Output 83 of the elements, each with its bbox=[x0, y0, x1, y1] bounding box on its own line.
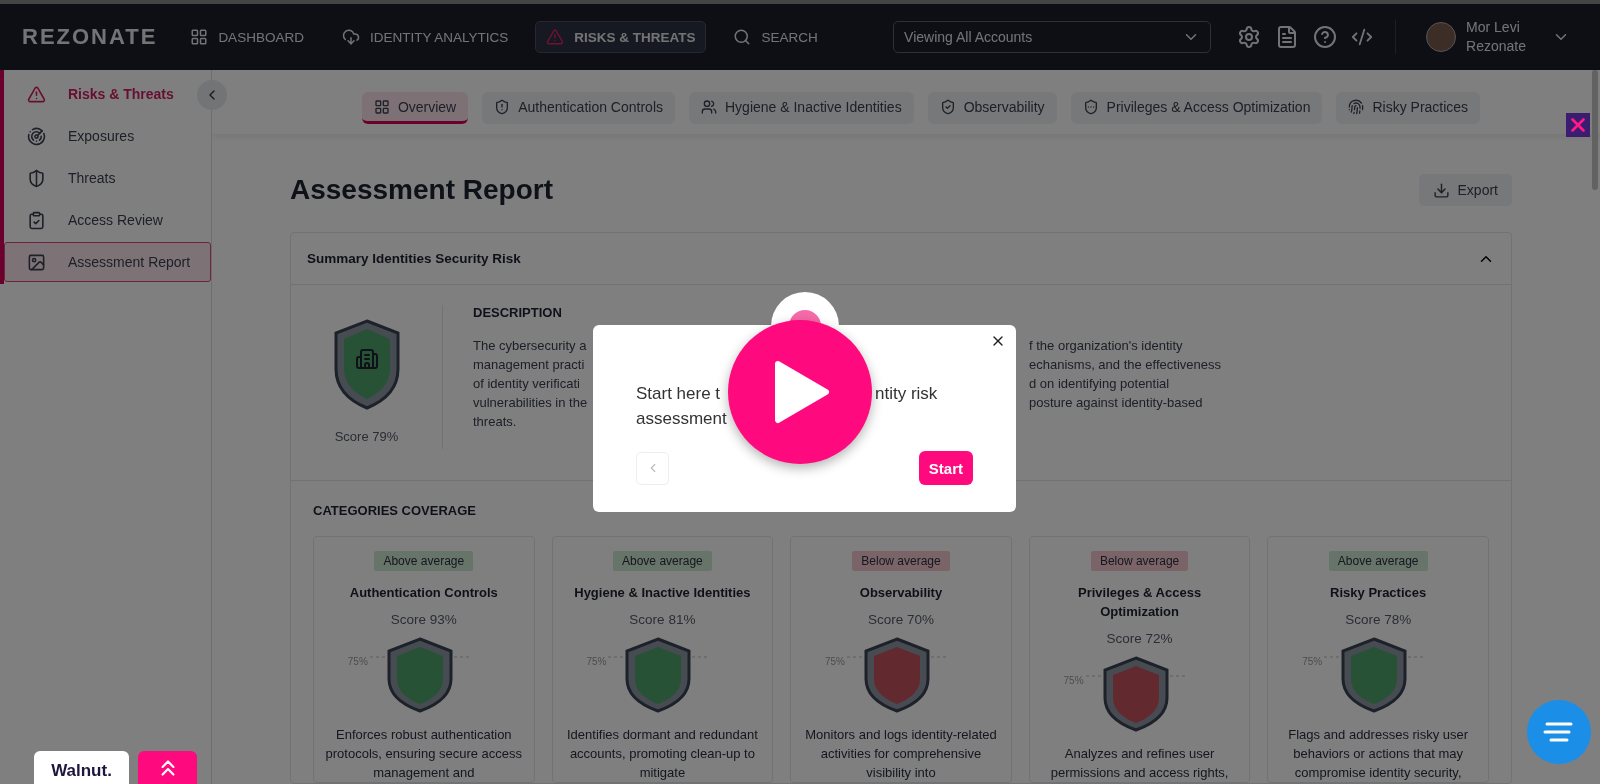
status-badge: Below average bbox=[852, 551, 950, 571]
dialog-text: ntity risk bbox=[875, 383, 939, 405]
card-description: Flags and addresses risky user behaviors or actions that may compromise identity security, bbox=[1287, 726, 1470, 782]
nav-item[interactable]: SEARCH bbox=[722, 21, 829, 53]
cloud-icon bbox=[341, 28, 360, 46]
description-text: posture against identity-based bbox=[1029, 394, 1203, 412]
description-text: echanisms, and the effectiveness bbox=[1029, 356, 1221, 374]
shield-icon bbox=[494, 98, 511, 115]
description-text: f the organization's identity bbox=[1029, 337, 1183, 355]
collapse-button[interactable] bbox=[197, 80, 227, 110]
card-title: Risky Practices bbox=[1330, 584, 1427, 602]
clipboard-icon bbox=[27, 210, 46, 230]
tab[interactable]: Hygiene & Inactive Identities bbox=[689, 92, 914, 124]
tab[interactable]: Privileges & Access Optimization bbox=[1070, 92, 1323, 124]
description-text: of identity verificati bbox=[473, 375, 580, 393]
radar-icon bbox=[27, 126, 46, 146]
avatar[interactable] bbox=[1426, 22, 1457, 52]
account-select[interactable]: Viewing All Accounts bbox=[893, 21, 1212, 53]
warning-icon bbox=[27, 84, 46, 104]
expand-button[interactable] bbox=[138, 751, 197, 784]
status-badge: Above average bbox=[374, 551, 474, 571]
card-score: Score 93% bbox=[390, 612, 457, 627]
grid-icon bbox=[373, 98, 390, 115]
card-score: Score 78% bbox=[1345, 612, 1412, 627]
nav-item[interactable]: DASHBOARD bbox=[179, 21, 315, 53]
status-badge: Below average bbox=[1090, 551, 1189, 571]
sidebar-item[interactable]: Risks & Threats bbox=[4, 74, 187, 114]
menu-icon bbox=[1543, 721, 1575, 743]
score-text: Score 79% bbox=[334, 429, 399, 444]
fingerprint-icon bbox=[1348, 98, 1365, 115]
user-org: Rezonate bbox=[1466, 37, 1526, 56]
page-title: Assessment Report bbox=[290, 174, 553, 206]
close-button[interactable] bbox=[1566, 113, 1590, 137]
status-badge: Above average bbox=[613, 551, 712, 571]
search-icon bbox=[733, 28, 752, 46]
grid-icon bbox=[190, 28, 209, 46]
card-title: Hygiene & Inactive Identities bbox=[574, 584, 751, 602]
card-description: Monitors and logs identity-related activities for comprehensive visibility into bbox=[804, 726, 998, 782]
card-description: Enforces robust authentication protocols, ensuring secure access management and bbox=[324, 726, 524, 782]
card-description: Identifies dormant and redundant accounts, promoting clean-up to mitigate bbox=[566, 726, 759, 782]
start-button[interactable]: Start bbox=[918, 451, 973, 485]
tab[interactable]: Overview bbox=[361, 92, 469, 124]
description-text: management practi bbox=[473, 356, 585, 374]
card-score: Score 81% bbox=[629, 612, 696, 627]
code-icon[interactable] bbox=[1351, 26, 1374, 48]
sidebar-item[interactable]: Assessment Report bbox=[4, 242, 211, 282]
status-badge: Above average bbox=[1328, 551, 1428, 571]
dialog-text: assessment bbox=[636, 408, 728, 430]
shield-icon bbox=[27, 168, 46, 188]
description-heading: DESCRIPTION bbox=[473, 305, 563, 320]
description-text: The cybersecurity a bbox=[473, 337, 587, 355]
nav-item[interactable]: IDENTITY ANALYTICS bbox=[330, 21, 520, 53]
shield-icon bbox=[1082, 98, 1099, 115]
export-button[interactable]: Export bbox=[1418, 174, 1512, 206]
user-name: Mor Levi bbox=[1466, 18, 1521, 37]
download-icon bbox=[1432, 181, 1450, 199]
users-icon bbox=[701, 98, 717, 115]
image-icon bbox=[27, 252, 46, 272]
nav-item[interactable]: RISKS & THREATS bbox=[535, 21, 707, 53]
tab[interactable]: Observability bbox=[927, 92, 1057, 124]
logo[interactable]: REZONATE bbox=[22, 24, 158, 50]
shield-icon bbox=[939, 98, 956, 115]
dialog-text: Start here t bbox=[636, 383, 722, 405]
help-icon[interactable] bbox=[1313, 25, 1338, 49]
card-score: Score 72% bbox=[1106, 631, 1173, 646]
description-text: d on identifying potential bbox=[1029, 375, 1170, 393]
tab[interactable]: Risky Practices bbox=[1336, 92, 1481, 124]
panel-title: Summary Identities Security Risk bbox=[307, 251, 521, 266]
logo[interactable]: Walnut. bbox=[34, 751, 129, 784]
tab[interactable]: Authentication Controls bbox=[482, 92, 675, 124]
card-title: Observability bbox=[859, 584, 943, 602]
description-text: threats. bbox=[473, 413, 517, 431]
section-title: CATEGORIES COVERAGE bbox=[313, 503, 477, 518]
sidebar-item[interactable]: Access Review bbox=[4, 200, 211, 240]
settings-icon[interactable] bbox=[1237, 25, 1262, 49]
card-score: Score 70% bbox=[867, 612, 934, 627]
card-description: Analyzes and refines user permissions and access rights, bbox=[1049, 745, 1230, 782]
card-title: Privileges & Access Optimization bbox=[1077, 584, 1203, 621]
sidebar-item[interactable]: Threats bbox=[4, 158, 211, 198]
description-text: vulnerabilities in the bbox=[473, 394, 588, 412]
card-title: Authentication Controls bbox=[349, 584, 498, 602]
sidebar-item[interactable]: Exposures bbox=[4, 116, 211, 156]
warning-icon bbox=[546, 28, 565, 46]
